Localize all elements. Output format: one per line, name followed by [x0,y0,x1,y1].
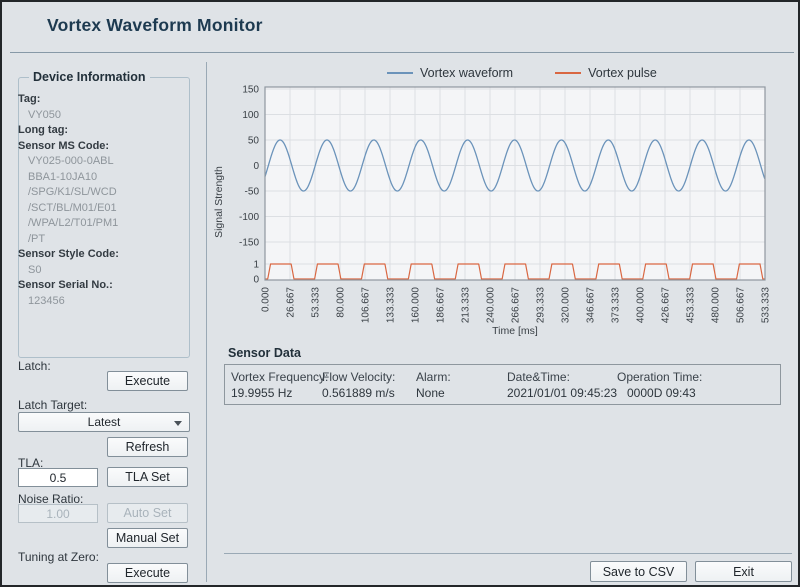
svg-text:186.667: 186.667 [436,287,447,324]
device-field-label: Tag: [18,92,182,108]
svg-text:1: 1 [253,260,259,271]
device-field-value: /SCT/BL/M01/E01 [28,201,182,217]
legend-item-pulse: Vortex pulse [555,66,657,80]
svg-text:-150: -150 [239,238,259,249]
save-to-csv-button[interactable]: Save to CSV [590,561,687,582]
waveform-chart-svg: 150100500-50-100-150100.00026.66753.3338… [212,62,797,347]
noise-ratio-input [18,504,98,523]
sensor-column-value: 0000D 09:43 [627,386,696,400]
device-field-label: Sensor MS Code: [18,139,182,155]
page-title: Vortex Waveform Monitor [47,15,263,36]
svg-text:150: 150 [242,85,259,96]
sensor-data-table: Vortex Frequency: 19.9955 Hz Flow Velocity… [224,364,781,405]
device-field-value: VY025-000-0ABL [28,154,182,170]
device-field-value: 123456 [28,294,182,310]
svg-text:-50: -50 [245,187,260,198]
svg-text:426.667: 426.667 [661,287,672,324]
device-field-value: /WPA/L2/T01/PM1 [28,216,182,232]
sensor-column-label: Operation Time: [617,370,702,384]
svg-text:160.000: 160.000 [411,287,422,324]
svg-text:-100: -100 [239,212,259,223]
sensor-data-title: Sensor Data [228,346,301,360]
device-field-value: /PT [28,232,182,248]
device-field-label: Long tag: [18,123,182,139]
waveform-line-swatch [387,72,413,74]
tuning-at-zero-label: Tuning at Zero: [18,550,99,564]
svg-text:53.333: 53.333 [311,287,322,318]
sensor-column-value: None [416,386,445,400]
svg-text:480.000: 480.000 [711,287,722,324]
svg-text:506.667: 506.667 [736,287,747,324]
svg-text:0.000: 0.000 [261,287,272,312]
pulse-line-swatch [555,72,581,74]
latch-execute-button[interactable]: Execute [107,371,188,391]
legend-label-waveform: Vortex waveform [420,66,513,80]
latch-target-select[interactable]: Latest [18,412,190,432]
svg-text:320.000: 320.000 [561,287,572,324]
footer-separator [224,553,792,554]
svg-text:80.000: 80.000 [336,287,347,318]
waveform-chart: Vortex waveform Vortex pulse 150 100 50 0 -5… [212,62,797,347]
svg-text:400.000: 400.000 [636,287,647,324]
svg-text:100: 100 [242,110,259,121]
device-field-label: Sensor Serial No.: [18,278,182,294]
title-separator [10,52,794,53]
device-field-label: Sensor Style Code: [18,247,182,263]
tla-input[interactable] [18,468,98,487]
device-field-value: VY050 [28,108,182,124]
sensor-column-label: Date&Time: [507,370,570,384]
latch-label: Latch: [18,359,51,373]
manual-set-button[interactable]: Manual Set [107,528,188,548]
sensor-column-value: 2021/01/01 09:45:23 [507,386,617,400]
svg-text:0: 0 [253,275,259,286]
svg-text:533.333: 533.333 [761,287,772,324]
chevron-down-icon [174,421,182,426]
vertical-separator [206,62,207,582]
latch-target-label: Latch Target: [18,398,87,412]
device-field-value: S0 [28,263,182,279]
svg-text:106.667: 106.667 [361,287,372,324]
auto-set-button: Auto Set [107,503,188,523]
tuning-execute-button[interactable]: Execute [107,563,188,583]
legend-label-pulse: Vortex pulse [588,66,657,80]
svg-text:453.333: 453.333 [686,287,697,324]
tla-set-button[interactable]: TLA Set [107,467,188,487]
exit-button[interactable]: Exit [695,561,792,582]
sensor-column-label: Vortex Frequency: [231,370,328,384]
svg-text:346.667: 346.667 [586,287,597,324]
latch-target-selected-value: Latest [88,415,121,429]
svg-text:373.333: 373.333 [611,287,622,324]
svg-text:Signal Strength: Signal Strength [213,166,225,238]
svg-text:293.333: 293.333 [536,287,547,324]
svg-text:0: 0 [253,161,259,172]
svg-text:26.667: 26.667 [286,287,297,318]
sensor-column-label: Flow Velocity: [322,370,395,384]
svg-text:133.333: 133.333 [386,287,397,324]
svg-text:50: 50 [248,136,260,147]
sensor-column-value: 19.9955 Hz [231,386,292,400]
chart-legend: Vortex waveform Vortex pulse [387,66,657,80]
svg-text:266.667: 266.667 [511,287,522,324]
device-field-value: BBA1-10JA10 [28,170,182,186]
svg-text:Time [ms]: Time [ms] [492,325,538,337]
svg-text:213.333: 213.333 [461,287,472,324]
device-info-fields: Tag:VY050Long tag:Sensor MS Code:VY025-0… [32,92,182,309]
device-field-value: /SPG/K1/SL/WCD [28,185,182,201]
sensor-column-value: 0.561889 m/s [322,386,395,400]
sensor-column-label: Alarm: [416,370,451,384]
refresh-button[interactable]: Refresh [107,437,188,457]
vortex-waveform-monitor-window: Vortex Waveform Monitor Device Informati… [0,0,800,587]
svg-text:240.000: 240.000 [486,287,497,324]
device-information-legend: Device Information [29,70,150,84]
legend-item-waveform: Vortex waveform [387,66,513,80]
